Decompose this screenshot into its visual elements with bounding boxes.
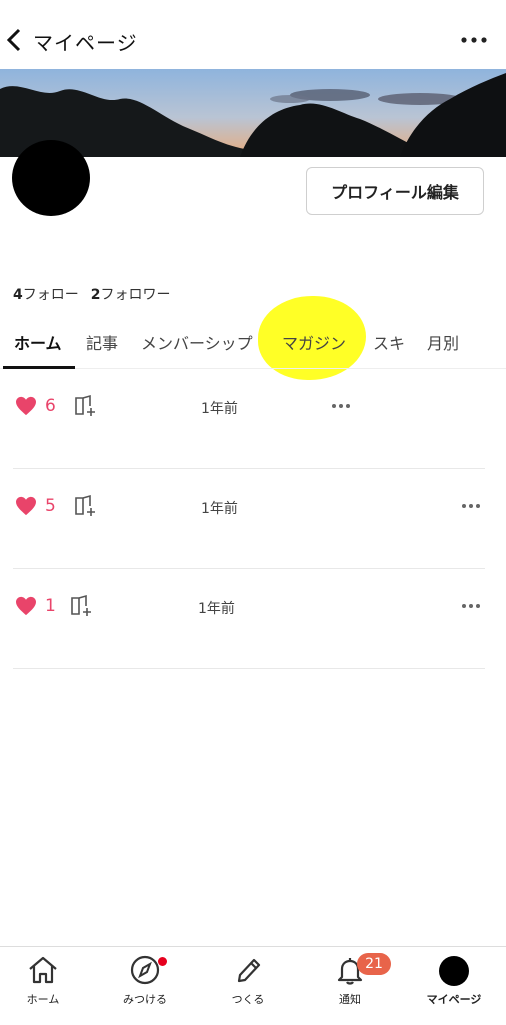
compass-icon [130,955,160,985]
tab-articles[interactable]: 記事 [86,330,118,354]
following-link[interactable]: 4フォロー [13,284,79,304]
article-item[interactable]: 6 1年前 [13,368,485,469]
more-options-icon[interactable] [460,32,488,48]
more-options-icon[interactable] [461,502,481,510]
profile-tabs: ホーム 記事 メンバーシップ マガジン スキ 月別 [0,318,506,369]
nav-mypage-label: マイページ [426,993,482,1006]
add-to-magazine-icon[interactable] [69,594,93,618]
nav-notifications-label: 通知 [339,993,361,1006]
notification-dot [158,957,167,966]
nav-discover[interactable]: みつける [100,955,190,1019]
cover-image [0,69,506,157]
notification-badge: 21 [357,953,391,975]
like-count: 5 [45,496,56,516]
back-arrow-icon[interactable] [4,26,26,54]
add-to-magazine-icon[interactable] [73,494,97,518]
followers-label: フォロワー [100,287,171,303]
following-label: フォロー [22,287,79,303]
heart-icon [16,396,36,416]
following-count: 4 [13,287,23,303]
tab-monthly[interactable]: 月別 [427,330,459,354]
nav-discover-label: みつける [123,993,167,1006]
more-options-icon[interactable] [461,602,481,610]
nav-mypage[interactable]: マイページ [409,955,499,1019]
follow-stats: 4フォロー 2フォロワー [13,284,171,304]
nav-home[interactable]: ホーム [0,955,88,1019]
followers-link[interactable]: 2フォロワー [91,284,171,304]
post-time: 1年前 [201,501,238,517]
tab-magazine[interactable]: マガジン [282,330,346,354]
add-to-magazine-icon[interactable] [73,394,97,418]
home-icon [29,956,57,984]
post-time: 1年前 [201,401,238,417]
like-count: 6 [45,396,56,416]
nav-create[interactable]: つくる [203,955,293,1019]
like-button[interactable]: 6 [15,396,56,416]
like-count: 1 [45,596,56,616]
heart-icon [16,596,36,616]
heart-icon [16,496,36,516]
avatar-icon [439,956,469,986]
profile-avatar[interactable] [12,140,90,216]
followers-count: 2 [90,287,101,303]
edit-profile-button[interactable]: プロフィール編集 [306,167,484,215]
tab-likes[interactable]: スキ [373,330,405,354]
tab-home[interactable]: ホーム [14,330,62,354]
nav-home-label: ホーム [26,993,60,1006]
nav-notifications[interactable]: 21 通知 [305,953,395,1019]
bottom-navigation: ホーム みつける つくる 21 通知 マイページ [0,946,506,1025]
more-options-icon[interactable] [331,402,351,410]
nav-create-label: つくる [231,993,265,1006]
post-time: 1年前 [198,601,235,617]
tab-membership[interactable]: メンバーシップ [141,330,253,354]
pencil-icon [237,958,261,983]
article-item[interactable]: 1 1年前 [13,568,485,669]
like-button[interactable]: 5 [15,496,56,516]
like-button[interactable]: 1 [15,596,56,616]
top-header: マイページ [0,0,506,70]
article-item[interactable]: 5 1年前 [13,468,485,569]
page-title: マイページ [33,31,138,55]
